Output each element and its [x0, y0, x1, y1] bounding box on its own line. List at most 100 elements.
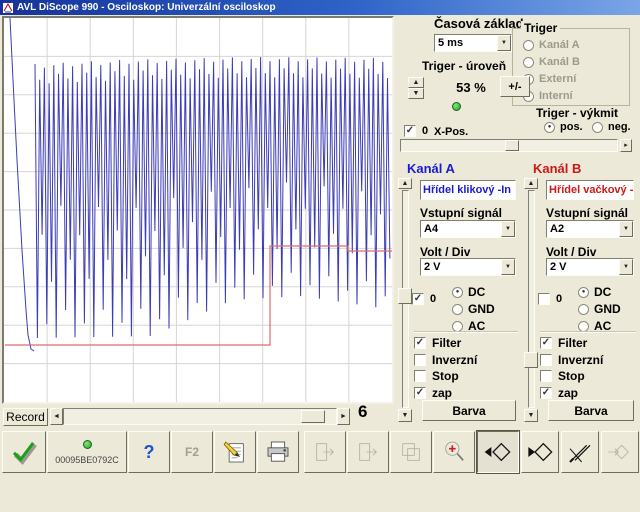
record-scrollbar-track[interactable] [63, 408, 337, 425]
help-button[interactable]: ? [128, 431, 170, 473]
checkbox-icon [414, 354, 426, 366]
checkbox-icon [540, 370, 552, 382]
channel-b-on-checkbox[interactable]: ✓ zap [540, 386, 578, 400]
chevron-down-icon[interactable]: ▼ [497, 35, 511, 51]
chevron-down-icon[interactable]: ▼ [619, 259, 633, 275]
checkbox-label: 0 [556, 293, 562, 305]
trigger-group-label: Triger [521, 21, 560, 35]
trigger-led-indicator [452, 102, 461, 111]
channel-a-volt-label: Volt / Div [420, 245, 470, 259]
channel-b-coupling-gnd[interactable]: GND [578, 302, 621, 316]
checkbox-label: Inverzní [432, 353, 477, 367]
cursor-right-button[interactable] [521, 431, 559, 473]
printer-icon [263, 437, 293, 467]
channel-b-volt-select[interactable]: 2 V ▼ [546, 258, 634, 276]
chevron-down-icon[interactable]: ▼ [501, 259, 515, 275]
trigger-slope-pos[interactable]: ● pos. [544, 121, 583, 133]
chevron-down-icon[interactable]: ▼ [619, 221, 633, 237]
diamond-left-icon [483, 437, 513, 467]
checkbox-label: Inverzní [558, 353, 603, 367]
channel-a-zero-checkbox[interactable]: ✓ 0 [412, 293, 436, 305]
zoom-in-icon [439, 437, 469, 467]
checkbox-label: zap [432, 386, 452, 400]
radio-label: Kanál B [539, 56, 580, 68]
channel-b-coupling-dc[interactable]: ● DC [578, 285, 611, 299]
channel-a-offset-thumb[interactable] [398, 288, 412, 304]
channel-b-offset-thumb[interactable] [524, 352, 538, 368]
radio-label: GND [594, 302, 621, 316]
help-icon: ? [144, 442, 155, 463]
radio-icon [452, 304, 463, 315]
trigger-source-kanal-a: Kanál A [523, 39, 580, 51]
xpos-slider-right-button[interactable]: ▸ [620, 139, 632, 152]
device-status-button[interactable]: 00095BE0792C [47, 431, 127, 473]
radio-label: DC [468, 285, 485, 299]
save-button [347, 431, 389, 473]
xpos-slider-track[interactable] [400, 139, 618, 152]
copy-button [390, 431, 432, 473]
goto-button [601, 431, 639, 473]
channel-a-color-button[interactable]: Barva [422, 400, 516, 421]
record-scrollbar-thumb[interactable] [301, 410, 325, 423]
channel-a-stop-checkbox[interactable]: Stop [414, 369, 459, 383]
confirm-button[interactable] [2, 431, 46, 473]
cursor-left-button[interactable] [477, 431, 519, 473]
radio-label: Interní [539, 90, 573, 102]
trigger-slope-neg[interactable]: neg. [592, 121, 631, 133]
channel-b-offset-track[interactable] [528, 190, 535, 408]
checkbox-icon [414, 370, 426, 382]
load-button [304, 431, 346, 473]
pen-slash-icon [565, 437, 595, 467]
channel-b-filter-checkbox[interactable]: ✓ Filter [540, 336, 587, 350]
channel-b-invert-checkbox[interactable]: Inverzní [540, 353, 603, 367]
diamond-right-icon [525, 437, 555, 467]
channel-a-title: Kanál A [407, 161, 455, 176]
zoom-button[interactable] [433, 431, 475, 473]
timebase-select[interactable]: 5 ms ▼ [434, 34, 512, 52]
channel-a-offset-down-button[interactable]: ▼ [398, 409, 412, 422]
channel-b-input-select[interactable]: A2 ▼ [546, 220, 634, 238]
xpos-label: X-Pos. [434, 126, 468, 138]
channel-b-zero-checkbox[interactable]: 0 [538, 293, 562, 305]
channel-a-offset-up-button[interactable]: ▲ [398, 178, 412, 189]
channel-a-invert-checkbox[interactable]: Inverzní [414, 353, 477, 367]
print-button[interactable] [257, 431, 299, 473]
scroll-left-button[interactable]: ◄ [50, 408, 63, 425]
xpos-slider-thumb[interactable] [505, 140, 519, 151]
xpos-zero-checkbox[interactable]: ✓ 0 [404, 125, 428, 137]
chevron-down-icon[interactable]: ▼ [501, 221, 515, 237]
channel-a-coupling-dc[interactable]: ● DC [452, 285, 485, 299]
checkbox-label: 0 [422, 125, 428, 137]
channel-a-filter-checkbox[interactable]: ✓ Filter [414, 336, 461, 350]
radio-icon [578, 321, 589, 332]
trigger-level-down-button[interactable]: ▼ [408, 88, 424, 99]
channel-a-coupling-gnd[interactable]: GND [452, 302, 495, 316]
scroll-right-button[interactable]: ► [337, 408, 350, 425]
channel-b-offset-up-button[interactable]: ▲ [524, 178, 538, 189]
pen-toggle-button[interactable] [561, 431, 599, 473]
trigger-level-up-button[interactable]: ▲ [408, 77, 424, 88]
channel-a-input-select[interactable]: A4 ▼ [420, 220, 516, 238]
channel-a-volt-select[interactable]: 2 V ▼ [420, 258, 516, 276]
channel-b-offset-down-button[interactable]: ▼ [524, 409, 538, 422]
trigger-source-externi: Externí [523, 73, 576, 85]
channel-b-input-label: Vstupní signál [546, 206, 628, 220]
trigger-level-sign-button[interactable]: +/- [500, 76, 530, 97]
record-button[interactable]: Record [3, 408, 48, 426]
checkbox-label: 0 [430, 293, 436, 305]
titlebar: AVL DiScope 990 - Osciloskop: Univerzáln… [0, 0, 640, 15]
radio-label: Kanál A [539, 39, 580, 51]
channel-b-stop-checkbox[interactable]: Stop [540, 369, 585, 383]
device-led-icon [83, 440, 92, 449]
export-icon [353, 437, 383, 467]
channel-b-name-field[interactable]: Hřídel vačkový -l [546, 180, 634, 200]
checkbox-label: Stop [432, 369, 459, 383]
radio-label: pos. [560, 121, 583, 133]
channel-a-on-checkbox[interactable]: ✓ zap [414, 386, 452, 400]
radio-icon: ● [578, 287, 589, 298]
channel-b-color-button[interactable]: Barva [548, 400, 634, 421]
checkbox-label: Stop [558, 369, 585, 383]
radio-icon [592, 122, 603, 133]
channel-a-name-field[interactable]: Hřídel klikový -In [420, 180, 516, 200]
notes-button[interactable] [214, 431, 256, 473]
